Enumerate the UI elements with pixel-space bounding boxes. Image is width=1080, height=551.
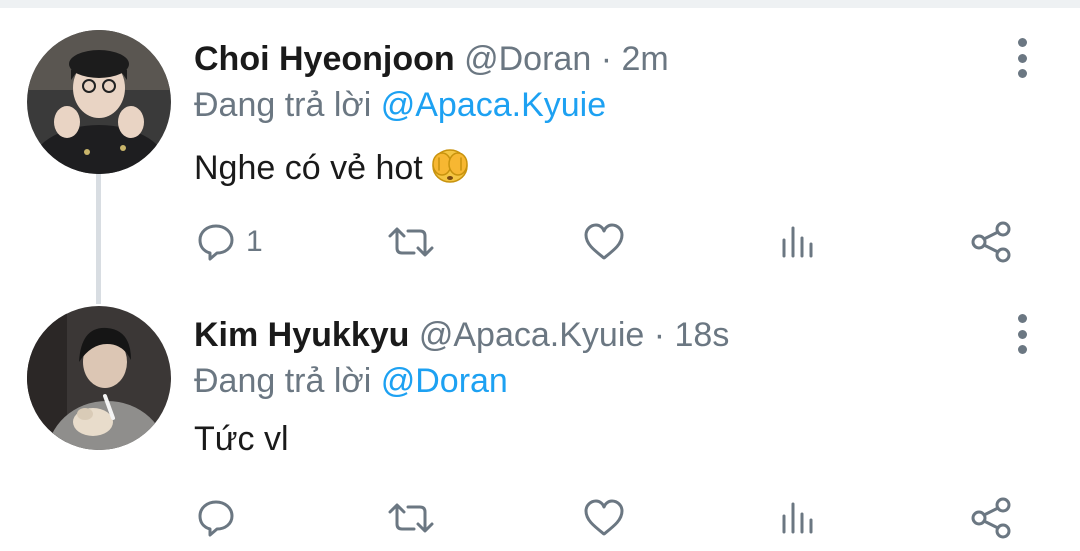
retweet-button[interactable] [386, 496, 436, 540]
share-icon [971, 497, 1011, 539]
replying-to-line: Đang trả lời @Doran [194, 362, 508, 401]
reply-button[interactable]: 1 [194, 220, 263, 264]
analytics-button[interactable] [778, 220, 818, 264]
see-no-evil-monkey-icon [425, 144, 475, 193]
retweet-icon [388, 503, 434, 533]
like-button[interactable] [582, 496, 626, 540]
more-options-icon[interactable] [1010, 38, 1034, 78]
replying-to-prefix: Đang trả lời [194, 86, 372, 124]
top-divider [0, 0, 1080, 8]
retweet-button[interactable] [386, 220, 436, 264]
timestamp[interactable]: 2m [621, 40, 668, 78]
tweet-body: Nghe có vẻ hot [194, 149, 423, 187]
analytics-button[interactable] [778, 496, 818, 540]
reply-icon [198, 224, 234, 261]
separator-dot: · [600, 40, 613, 78]
replying-to-mention[interactable]: @Apaca.Kyuie [381, 86, 606, 124]
tweet-text: Nghe có vẻ hot [194, 144, 475, 193]
analytics-icon [782, 502, 813, 534]
replying-to-prefix: Đang trả lời [194, 362, 372, 400]
heart-icon [584, 499, 624, 536]
reply-count: 1 [246, 225, 263, 258]
tweet-actions [0, 496, 1080, 540]
heart-icon [584, 223, 624, 260]
analytics-icon [782, 226, 813, 258]
reply-icon [198, 500, 234, 537]
separator-dot: · [653, 316, 666, 354]
tweet-body: Tức vl [194, 420, 289, 458]
avatar[interactable] [27, 306, 171, 450]
more-options-icon[interactable] [1010, 314, 1034, 354]
tweet-header: Kim Hyukkyu @Apaca.Kyuie · 18s [194, 316, 729, 355]
display-name[interactable]: Choi Hyeonjoon [194, 40, 455, 78]
share-button[interactable] [970, 496, 1014, 540]
tweet-header: Choi Hyeonjoon @Doran · 2m [194, 40, 669, 79]
replying-to-mention[interactable]: @Doran [381, 362, 508, 400]
user-handle[interactable]: @Apaca.Kyuie [419, 316, 644, 354]
timestamp[interactable]: 18s [675, 316, 730, 354]
share-button[interactable] [970, 220, 1014, 264]
share-icon [971, 221, 1011, 263]
display-name[interactable]: Kim Hyukkyu [194, 316, 409, 354]
tweet[interactable]: Choi Hyeonjoon @Doran · 2m Đang trả lời … [0, 24, 1080, 304]
tweet-text: Tức vl [194, 420, 289, 459]
user-handle[interactable]: @Doran [464, 40, 591, 78]
avatar[interactable] [27, 30, 171, 174]
retweet-icon [388, 227, 434, 257]
reply-button[interactable] [194, 496, 246, 540]
replying-to-line: Đang trả lời @Apaca.Kyuie [194, 86, 606, 125]
like-button[interactable] [582, 220, 626, 264]
tweet[interactable]: Kim Hyukkyu @Apaca.Kyuie · 18s Đang trả … [0, 300, 1080, 551]
tweet-actions: 1 [0, 220, 1080, 264]
